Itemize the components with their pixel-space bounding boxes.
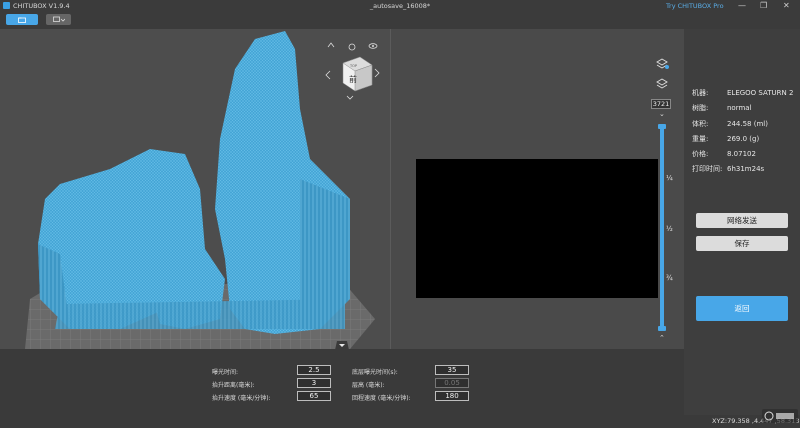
back-button[interactable]: 返回 (696, 296, 788, 321)
settings-button[interactable] (46, 14, 71, 25)
watermark-logo-icon (762, 409, 798, 423)
status-bar: XYZ:79.358 ,4.447 ,58.313 (0, 415, 800, 428)
weight-value: 269.0 (g) (727, 135, 760, 143)
exposure-time-label: 曝光时间: (212, 369, 239, 376)
layer-slider-top-handle[interactable] (658, 124, 666, 129)
machine-label: 机器: (692, 89, 709, 97)
view-rotate-icon[interactable] (348, 43, 356, 51)
view-cube-label: 前 (349, 74, 357, 84)
close-button[interactable]: ✕ (783, 0, 790, 12)
model-base-supports (55, 299, 345, 329)
price-value: 8.07102 (727, 150, 756, 158)
3d-viewport[interactable]: 前 TOP (0, 29, 390, 349)
volume-value: 244.58 (ml) (727, 120, 768, 128)
resin-row: 树脂: normal (692, 103, 752, 113)
bottom-exposure-field[interactable]: 35 (435, 365, 469, 375)
bottom-exposure-label: 底层曝光时间(s): (352, 369, 398, 376)
collapse-toggle-icon[interactable] (335, 341, 349, 350)
minimize-button[interactable]: — (738, 0, 746, 12)
print-time-label: 打印时间: (692, 165, 723, 173)
lift-distance-field[interactable]: 3 (297, 378, 331, 388)
weight-row: 重量: 269.0 (g) (692, 134, 759, 144)
save-button[interactable]: 保存 (696, 236, 788, 251)
view-arrow-right-icon[interactable] (374, 68, 380, 78)
toolbar (0, 12, 800, 29)
exposure-time-field[interactable]: 2.5 (297, 365, 331, 375)
layer-number-field[interactable]: 3721 (651, 99, 671, 109)
slider-tick-quarter: ¼ (666, 174, 673, 182)
model-render: 前 TOP (25, 31, 380, 349)
lift-distance-label: 抬升距离(毫米): (212, 382, 255, 389)
layers-settings-icon[interactable] (656, 78, 670, 90)
layer-up-chevron-icon[interactable]: ⌃ (659, 334, 665, 342)
print-time-row: 打印时间: 6h31m24s (692, 164, 764, 174)
layer-height-label: 层高 (毫米): (352, 382, 385, 389)
machine-row: 机器: ELEGOO SATURN 2 (692, 88, 793, 98)
lift-speed-field[interactable]: 65 (297, 391, 331, 401)
resin-value: normal (727, 104, 752, 112)
layer-slider-bottom-handle[interactable] (658, 326, 666, 331)
network-send-button[interactable]: 网络发送 (696, 213, 788, 228)
view-cube-top-label: TOP (349, 64, 357, 68)
title-bar: CHITUBOX V1.9.4 _autosave_16008* Try CHI… (0, 0, 800, 12)
retract-speed-field[interactable]: 180 (435, 391, 469, 401)
machine-value: ELEGOO SATURN 2 (727, 89, 794, 97)
view-arrow-up-icon[interactable] (327, 42, 335, 48)
print-time-value: 6h31m24s (727, 165, 765, 173)
retract-speed-label: 回程速度 (毫米/分钟): (352, 395, 411, 402)
weight-label: 重量: (692, 135, 709, 143)
restore-button[interactable]: ❐ (760, 0, 767, 12)
layer-down-chevron-icon[interactable]: ⌄ (659, 110, 665, 118)
print-params-panel: 曝光时间: 2.5 抬升距离(毫米): 3 抬升速度 (毫米/分钟): 65 底… (0, 341, 684, 415)
folder-icon (18, 17, 26, 23)
resin-label: 树脂: (692, 104, 709, 112)
lift-speed-label: 抬升速度 (毫米/分钟): (212, 395, 271, 402)
volume-row: 体积: 244.58 (ml) (692, 119, 768, 129)
info-panel: 机器: ELEGOO SATURN 2 树脂: normal 体积: 244.58 (… (684, 29, 800, 415)
eye-icon[interactable] (368, 43, 378, 49)
view-arrow-down-icon[interactable] (346, 95, 354, 100)
slice-preview-image (416, 159, 658, 298)
layers-eye-icon[interactable] (656, 58, 670, 70)
settings-icon (52, 16, 65, 22)
try-pro-link[interactable]: Try CHITUBOX Pro (666, 2, 724, 10)
open-file-button[interactable] (6, 14, 38, 25)
slider-tick-half: ½ (666, 225, 673, 233)
price-row: 价格: 8.07102 (692, 149, 756, 159)
price-label: 价格: (692, 150, 709, 158)
volume-label: 体积: (692, 120, 709, 128)
slider-tick-three-quarter: ¾ (666, 274, 673, 282)
view-arrow-left-icon[interactable] (325, 70, 331, 80)
view-cube[interactable] (342, 56, 373, 92)
layer-slider[interactable] (660, 125, 664, 330)
layer-height-field: 0.05 (435, 378, 469, 388)
